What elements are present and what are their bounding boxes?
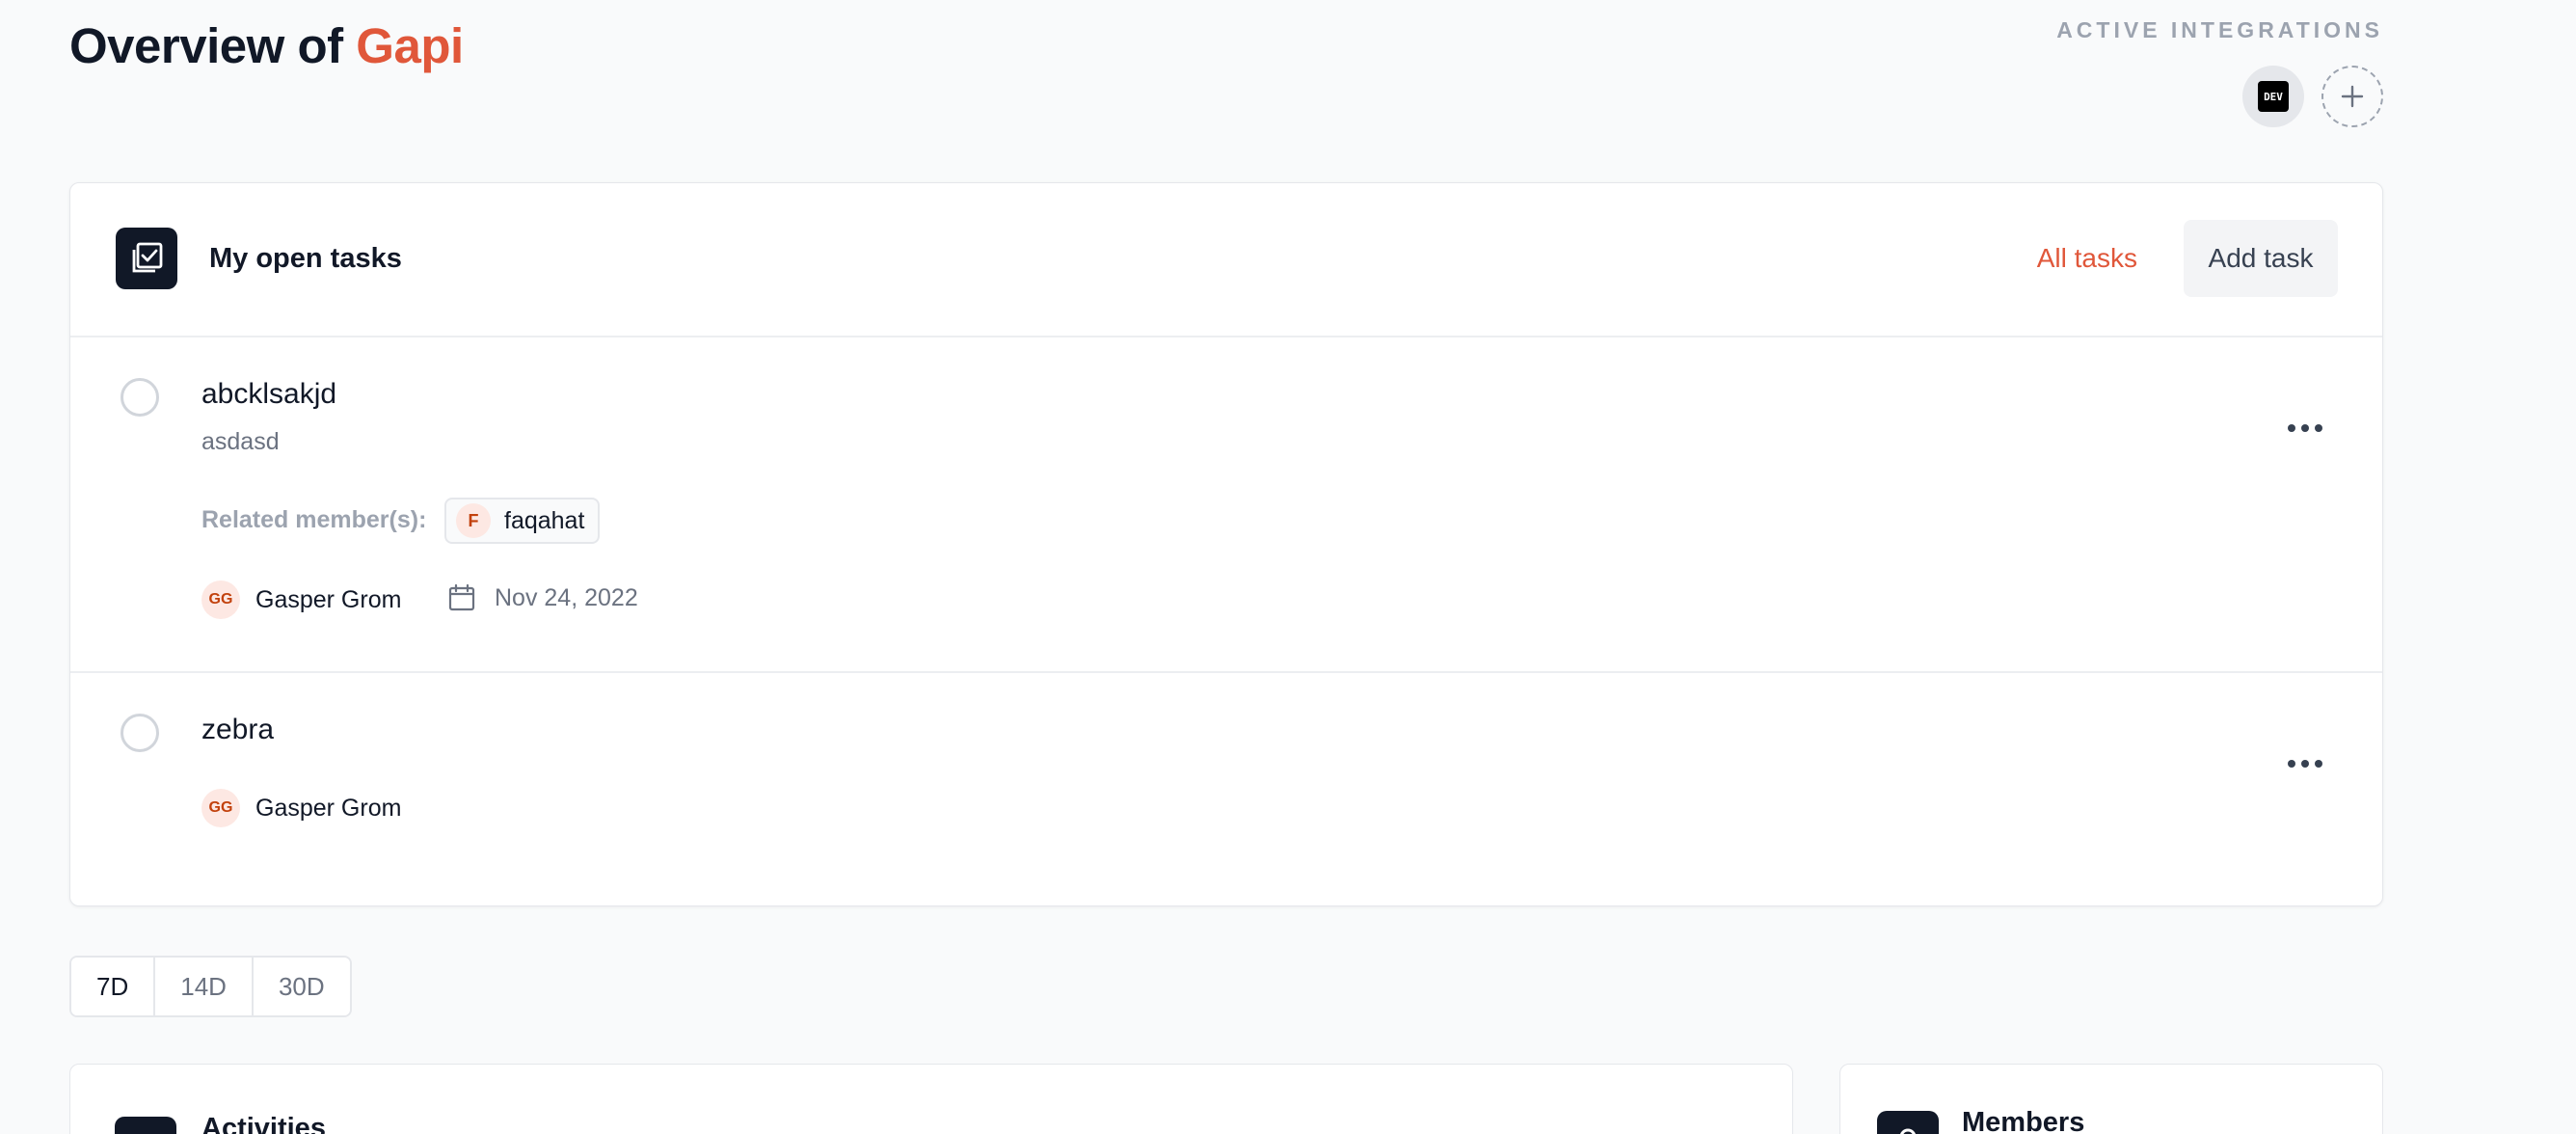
page-title-prefix: Overview of xyxy=(69,18,357,73)
more-dots-icon xyxy=(2315,760,2322,768)
related-members-label: Related member(s): xyxy=(201,506,427,533)
task-row: zebra GG Gasper Grom xyxy=(70,673,2382,907)
task-assignee[interactable]: GG Gasper Grom xyxy=(201,789,401,827)
open-tasks-card: My open tasks All tasks Add task abcklsa… xyxy=(69,182,2383,906)
all-tasks-link[interactable]: All tasks xyxy=(2037,243,2137,274)
range-7d-button[interactable]: 7D xyxy=(71,958,156,1015)
members-icon xyxy=(1877,1111,1939,1134)
open-tasks-header: My open tasks All tasks Add task xyxy=(70,183,2382,338)
plus-icon xyxy=(2341,85,2364,108)
members-panel: Members xyxy=(1839,1064,2383,1134)
activities-title: Activities xyxy=(201,1113,326,1134)
related-member-chip[interactable]: F faqahat xyxy=(444,498,601,544)
dev-icon: DEV xyxy=(2258,81,2289,112)
task-description: asdasd xyxy=(201,428,280,455)
page-title: Overview of Gapi xyxy=(69,17,464,74)
active-integrations: ACTIVE INTEGRATIONS DEV xyxy=(2055,17,2383,127)
due-date-text: Nov 24, 2022 xyxy=(495,583,638,611)
task-more-options-button[interactable] xyxy=(2282,411,2328,446)
assignee-name: Gasper Grom xyxy=(255,585,402,613)
related-member-name: faqahat xyxy=(504,506,585,534)
members-title: Members xyxy=(1962,1107,2085,1134)
avatar: GG xyxy=(201,789,240,827)
activities-icon xyxy=(115,1117,176,1134)
task-title[interactable]: zebra xyxy=(201,714,274,746)
open-tasks-title: My open tasks xyxy=(209,243,402,274)
add-integration-button[interactable] xyxy=(2321,66,2383,127)
page-title-accent: Gapi xyxy=(356,18,464,73)
integration-dev[interactable]: DEV xyxy=(2242,66,2304,127)
task-row: abcklsakjd asdasd Related member(s): F f… xyxy=(70,338,2382,673)
range-14d-button[interactable]: 14D xyxy=(155,958,254,1015)
active-integrations-label: ACTIVE INTEGRATIONS xyxy=(2056,17,2383,42)
range-30d-button[interactable]: 30D xyxy=(253,958,350,1015)
task-due-date: Nov 24, 2022 xyxy=(446,582,638,613)
task-complete-checkbox[interactable] xyxy=(121,378,159,417)
avatar: F xyxy=(456,503,491,538)
more-dots-icon xyxy=(2301,424,2309,432)
avatar: GG xyxy=(201,580,240,619)
task-more-options-button[interactable] xyxy=(2282,746,2328,781)
more-dots-icon xyxy=(2288,424,2295,432)
integration-icons: DEV xyxy=(2242,66,2383,127)
more-dots-icon xyxy=(2288,760,2295,768)
task-complete-checkbox[interactable] xyxy=(121,714,159,752)
time-range-selector: 7D 14D 30D xyxy=(69,956,352,1017)
task-title[interactable]: abcklsakjd xyxy=(201,378,336,411)
task-assignee[interactable]: GG Gasper Grom xyxy=(201,580,401,619)
more-dots-icon xyxy=(2315,424,2322,432)
calendar-icon xyxy=(448,583,475,611)
tasks-icon xyxy=(116,228,177,289)
add-task-button[interactable]: Add task xyxy=(2184,220,2338,297)
activities-panel: Activities xyxy=(69,1064,1793,1134)
more-dots-icon xyxy=(2301,760,2309,768)
assignee-name: Gasper Grom xyxy=(255,794,402,822)
